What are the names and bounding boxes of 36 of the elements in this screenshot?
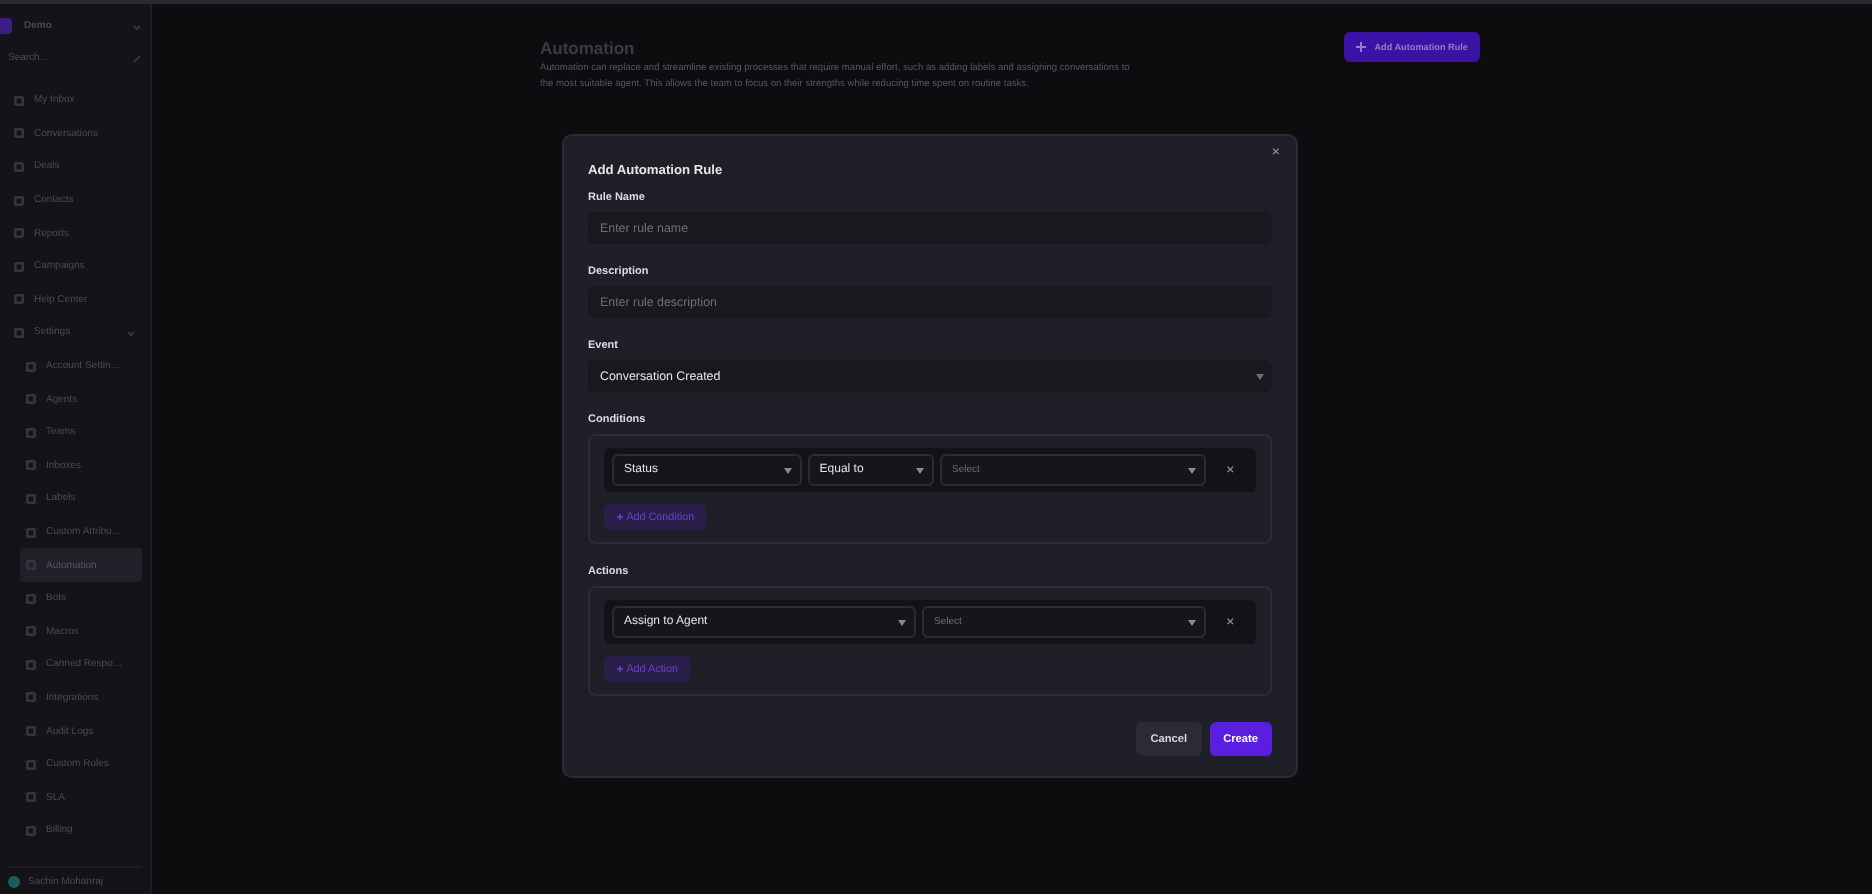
menu-item-icon (14, 228, 24, 239)
menu-item-icon (14, 261, 24, 272)
menu-item-icon (26, 626, 36, 637)
menu-item-icon (26, 759, 36, 770)
caret-icon (1188, 619, 1197, 625)
menu-item-icon (26, 361, 36, 372)
menu-item-icon (26, 792, 36, 803)
caret-icon (783, 467, 792, 473)
caret-icon (898, 619, 907, 625)
menu-item-icon (26, 527, 36, 538)
menu-item-icon (14, 95, 24, 106)
chevron-icon (126, 327, 136, 338)
plus-icon (1356, 42, 1367, 52)
menu-item-icon (26, 692, 36, 703)
menu-item-icon (26, 427, 36, 438)
plus-icon (616, 665, 624, 671)
menu-item-icon (26, 493, 36, 504)
plus-icon (616, 513, 624, 519)
menu-item-icon (14, 294, 24, 305)
menu-item-icon (14, 327, 24, 338)
menu-item-icon (26, 659, 36, 670)
menu-item-icon (26, 460, 36, 471)
menu-item-icon (14, 161, 24, 172)
menu-item-icon (26, 825, 36, 836)
menu-item-icon (26, 394, 36, 405)
caret-icon (1188, 467, 1197, 473)
compose-icon (132, 53, 142, 63)
menu-item-icon (26, 726, 36, 737)
menu-item-icon (14, 195, 24, 206)
menu-item-icon (14, 128, 24, 139)
workspace-logo (0, 18, 12, 34)
caret-icon (1256, 373, 1264, 379)
caret-icon (916, 467, 925, 473)
chevron-icon (132, 21, 142, 31)
menu-item-icon (26, 593, 36, 604)
avatar (8, 875, 20, 887)
